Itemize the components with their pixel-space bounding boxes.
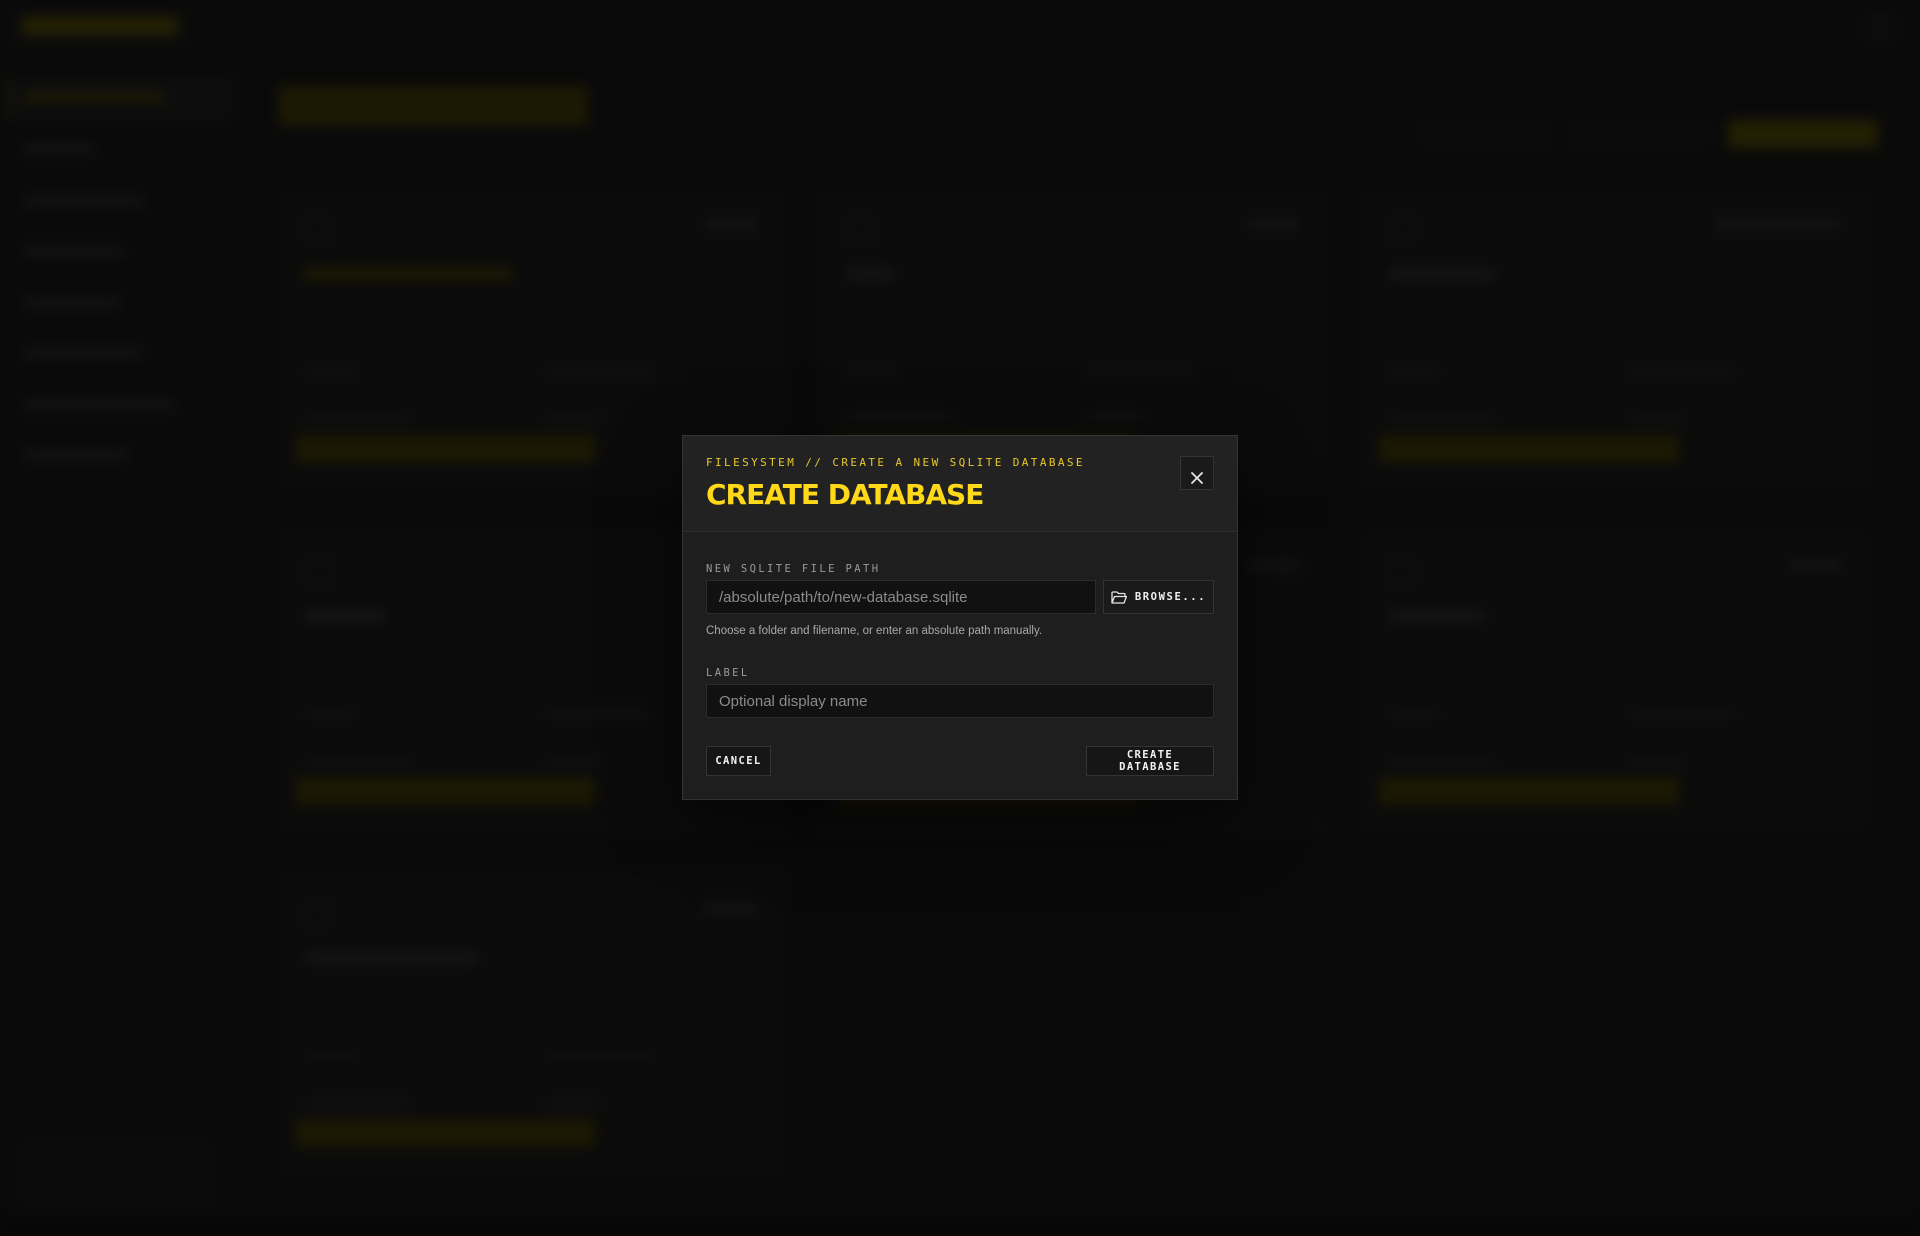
dialog-title: CREATE DATABASE (706, 478, 984, 511)
cancel-button[interactable]: CANCEL (706, 746, 771, 776)
close-button[interactable] (1180, 456, 1214, 490)
sqlite-path-input[interactable] (706, 580, 1096, 614)
dialog-eyebrow: FILESYSTEM // CREATE A NEW SQLITE DATABA… (706, 456, 1085, 469)
folder-open-icon (1111, 590, 1127, 604)
browse-button-label: BROWSE... (1134, 591, 1207, 603)
path-field-label: NEW SQLITE FILE PATH (706, 563, 881, 575)
browse-button[interactable]: BROWSE... (1103, 580, 1214, 614)
close-icon (1187, 472, 1207, 484)
dialog-header: FILESYSTEM // CREATE A NEW SQLITE DATABA… (683, 436, 1237, 532)
path-hint: Choose a folder and filename, or enter a… (706, 625, 1043, 637)
create-database-dialog: FILESYSTEM // CREATE A NEW SQLITE DATABA… (682, 435, 1238, 800)
display-label-input[interactable] (706, 684, 1214, 718)
create-database-button[interactable]: CREATE DATABASE (1086, 746, 1214, 776)
label-field-label: LABEL (706, 667, 750, 679)
